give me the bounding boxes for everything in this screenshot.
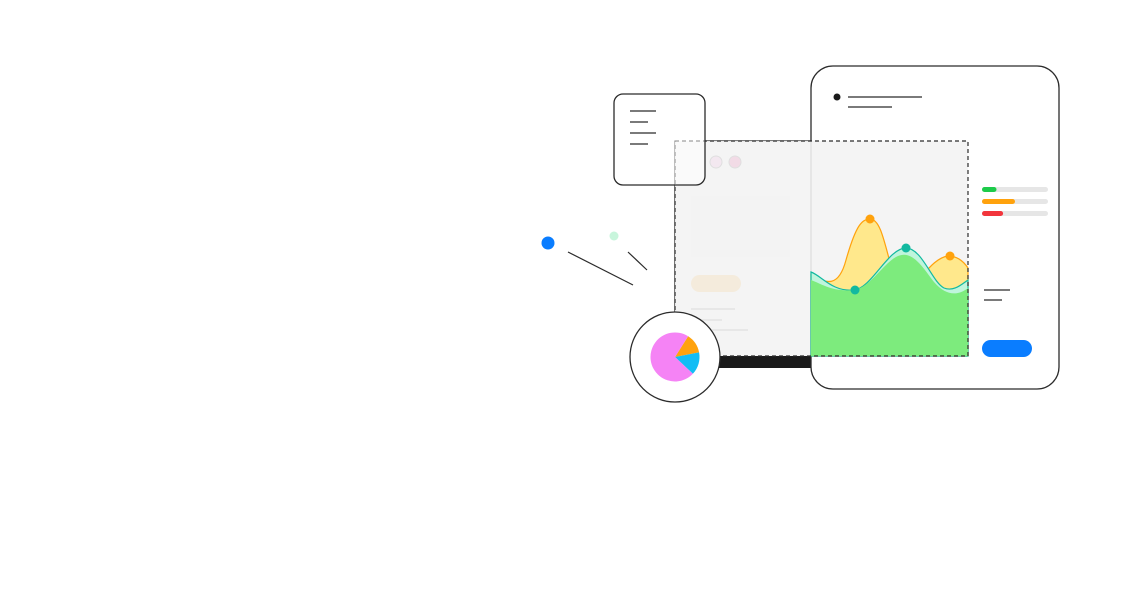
red-progress bbox=[982, 211, 1004, 216]
note-frame bbox=[613, 93, 706, 186]
green-progress bbox=[982, 187, 997, 192]
mint-dot bbox=[609, 231, 619, 241]
dark-bar bbox=[715, 356, 815, 368]
orange-peak-marker bbox=[865, 214, 875, 224]
pie-chart bbox=[650, 332, 700, 382]
analytics-illustration bbox=[541, 65, 1060, 403]
orange-progress bbox=[982, 199, 1015, 204]
motion-line bbox=[627, 251, 648, 271]
bullet-dot bbox=[833, 93, 841, 101]
teal-marker bbox=[901, 243, 911, 253]
note-card bbox=[613, 93, 706, 186]
progress-bars bbox=[982, 187, 1048, 216]
blue-button[interactable] bbox=[982, 340, 1032, 357]
orange-marker bbox=[945, 251, 955, 261]
blue-dot bbox=[541, 236, 555, 250]
chart-panel bbox=[674, 140, 969, 357]
motion-line bbox=[567, 251, 634, 286]
pie-badge[interactable] bbox=[629, 311, 721, 403]
teal-marker bbox=[850, 285, 860, 295]
